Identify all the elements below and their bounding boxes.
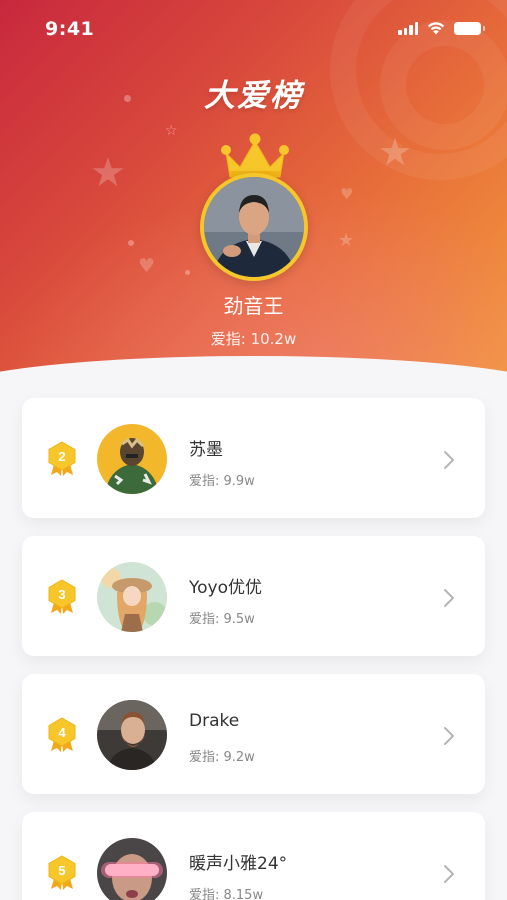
star-sparkle-icon: ☆ <box>165 123 178 139</box>
rank-number: 2 <box>58 449 65 464</box>
rank-number: 4 <box>58 725 66 740</box>
status-bar: 9:41 <box>0 0 507 60</box>
ranking-row[interactable]: 3 Yoyo优优 爱指: 9.5w <box>22 536 485 656</box>
row-name: Drake <box>189 711 240 731</box>
avatar[interactable] <box>97 700 167 770</box>
avatar[interactable] <box>97 424 167 494</box>
ranking-row[interactable]: 4 Drake 爱指: 9.2w <box>22 674 485 794</box>
rank-medal-icon: 2 <box>48 441 76 476</box>
sparkle-dot <box>185 270 190 275</box>
ranking-row[interactable]: 2 苏墨 爱指: 9.9w <box>22 398 485 518</box>
champion-name: 劲音王 <box>223 294 284 318</box>
chevron-right-icon <box>444 589 454 607</box>
page-title: 大爱榜 <box>204 78 303 114</box>
row-score: 爱指: 8.15w <box>189 888 264 900</box>
champion-avatar[interactable] <box>200 173 308 281</box>
sparkle-dot <box>128 240 134 246</box>
star-sparkle-icon: ★ <box>338 230 355 251</box>
cellular-signal-icon <box>398 22 418 35</box>
champion-score: 爱指: 10.2w <box>210 330 297 348</box>
status-time: 9:41 <box>45 18 95 40</box>
row-score: 爱指: 9.2w <box>189 750 255 765</box>
ranking-row[interactable]: 5 暖声小雅24° 爱指: 8.15w <box>22 812 485 900</box>
rank-medal-icon: 3 <box>48 579 76 614</box>
row-score: 爱指: 9.9w <box>189 474 255 489</box>
wifi-icon <box>427 22 445 35</box>
battery-icon <box>454 22 485 35</box>
avatar[interactable] <box>97 838 167 900</box>
row-name: 暖声小雅24° <box>189 854 288 874</box>
row-name: Yoyo优优 <box>189 578 262 598</box>
star-sparkle-icon: ★ <box>90 150 126 196</box>
row-name: 苏墨 <box>189 440 223 460</box>
heart-sparkle-icon: ♥ <box>138 255 156 277</box>
heart-sparkle-icon: ♥ <box>340 185 354 203</box>
chevron-right-icon <box>444 865 454 883</box>
row-score: 爱指: 9.5w <box>189 612 255 627</box>
rank-number: 3 <box>58 587 65 602</box>
star-sparkle-icon: ★ <box>378 130 413 174</box>
avatar[interactable] <box>97 562 167 632</box>
chevron-right-icon <box>444 727 454 745</box>
chevron-right-icon <box>444 451 454 469</box>
rank-number: 5 <box>58 863 65 878</box>
rank-medal-icon: 5 <box>48 855 76 890</box>
rank-medal-icon: 4 <box>48 717 76 752</box>
